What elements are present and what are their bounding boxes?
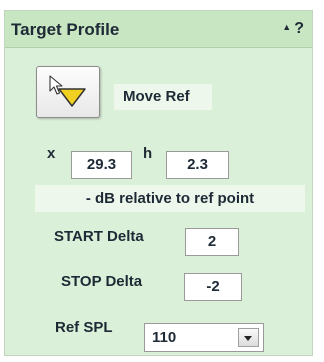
x-input[interactable]: 29.3 [71, 151, 132, 179]
stop-delta-input[interactable]: -2 [184, 273, 242, 301]
panel-title-bar: Target Profile ▲? [5, 11, 312, 48]
collapse-triangle-icon[interactable]: ▲ [282, 22, 291, 32]
h-input[interactable]: 2.3 [166, 151, 229, 179]
x-label: x [47, 145, 56, 162]
help-button[interactable]: ? [294, 20, 304, 37]
start-delta-label: START Delta [54, 228, 144, 245]
db-relative-info: - dB relative to ref point [35, 185, 305, 212]
start-delta-input[interactable]: 2 [185, 228, 239, 256]
ref-spl-select[interactable]: 110 [144, 323, 264, 352]
h-label: h [143, 145, 153, 162]
panel-title: Target Profile [11, 20, 120, 39]
title-controls: ▲? [282, 20, 304, 38]
ref-spl-label: Ref SPL [55, 319, 113, 336]
ref-spl-value: 110 [152, 329, 177, 346]
target-profile-panel: Target Profile ▲? Move Ref x 29.3 h 2.3 … [4, 10, 313, 356]
move-ref-label: Move Ref [114, 84, 212, 110]
chevron-down-icon[interactable] [238, 328, 259, 347]
pointer-triangle-icon [49, 75, 86, 107]
move-ref-tool-button[interactable] [36, 66, 100, 118]
stop-delta-label: STOP Delta [61, 273, 143, 290]
